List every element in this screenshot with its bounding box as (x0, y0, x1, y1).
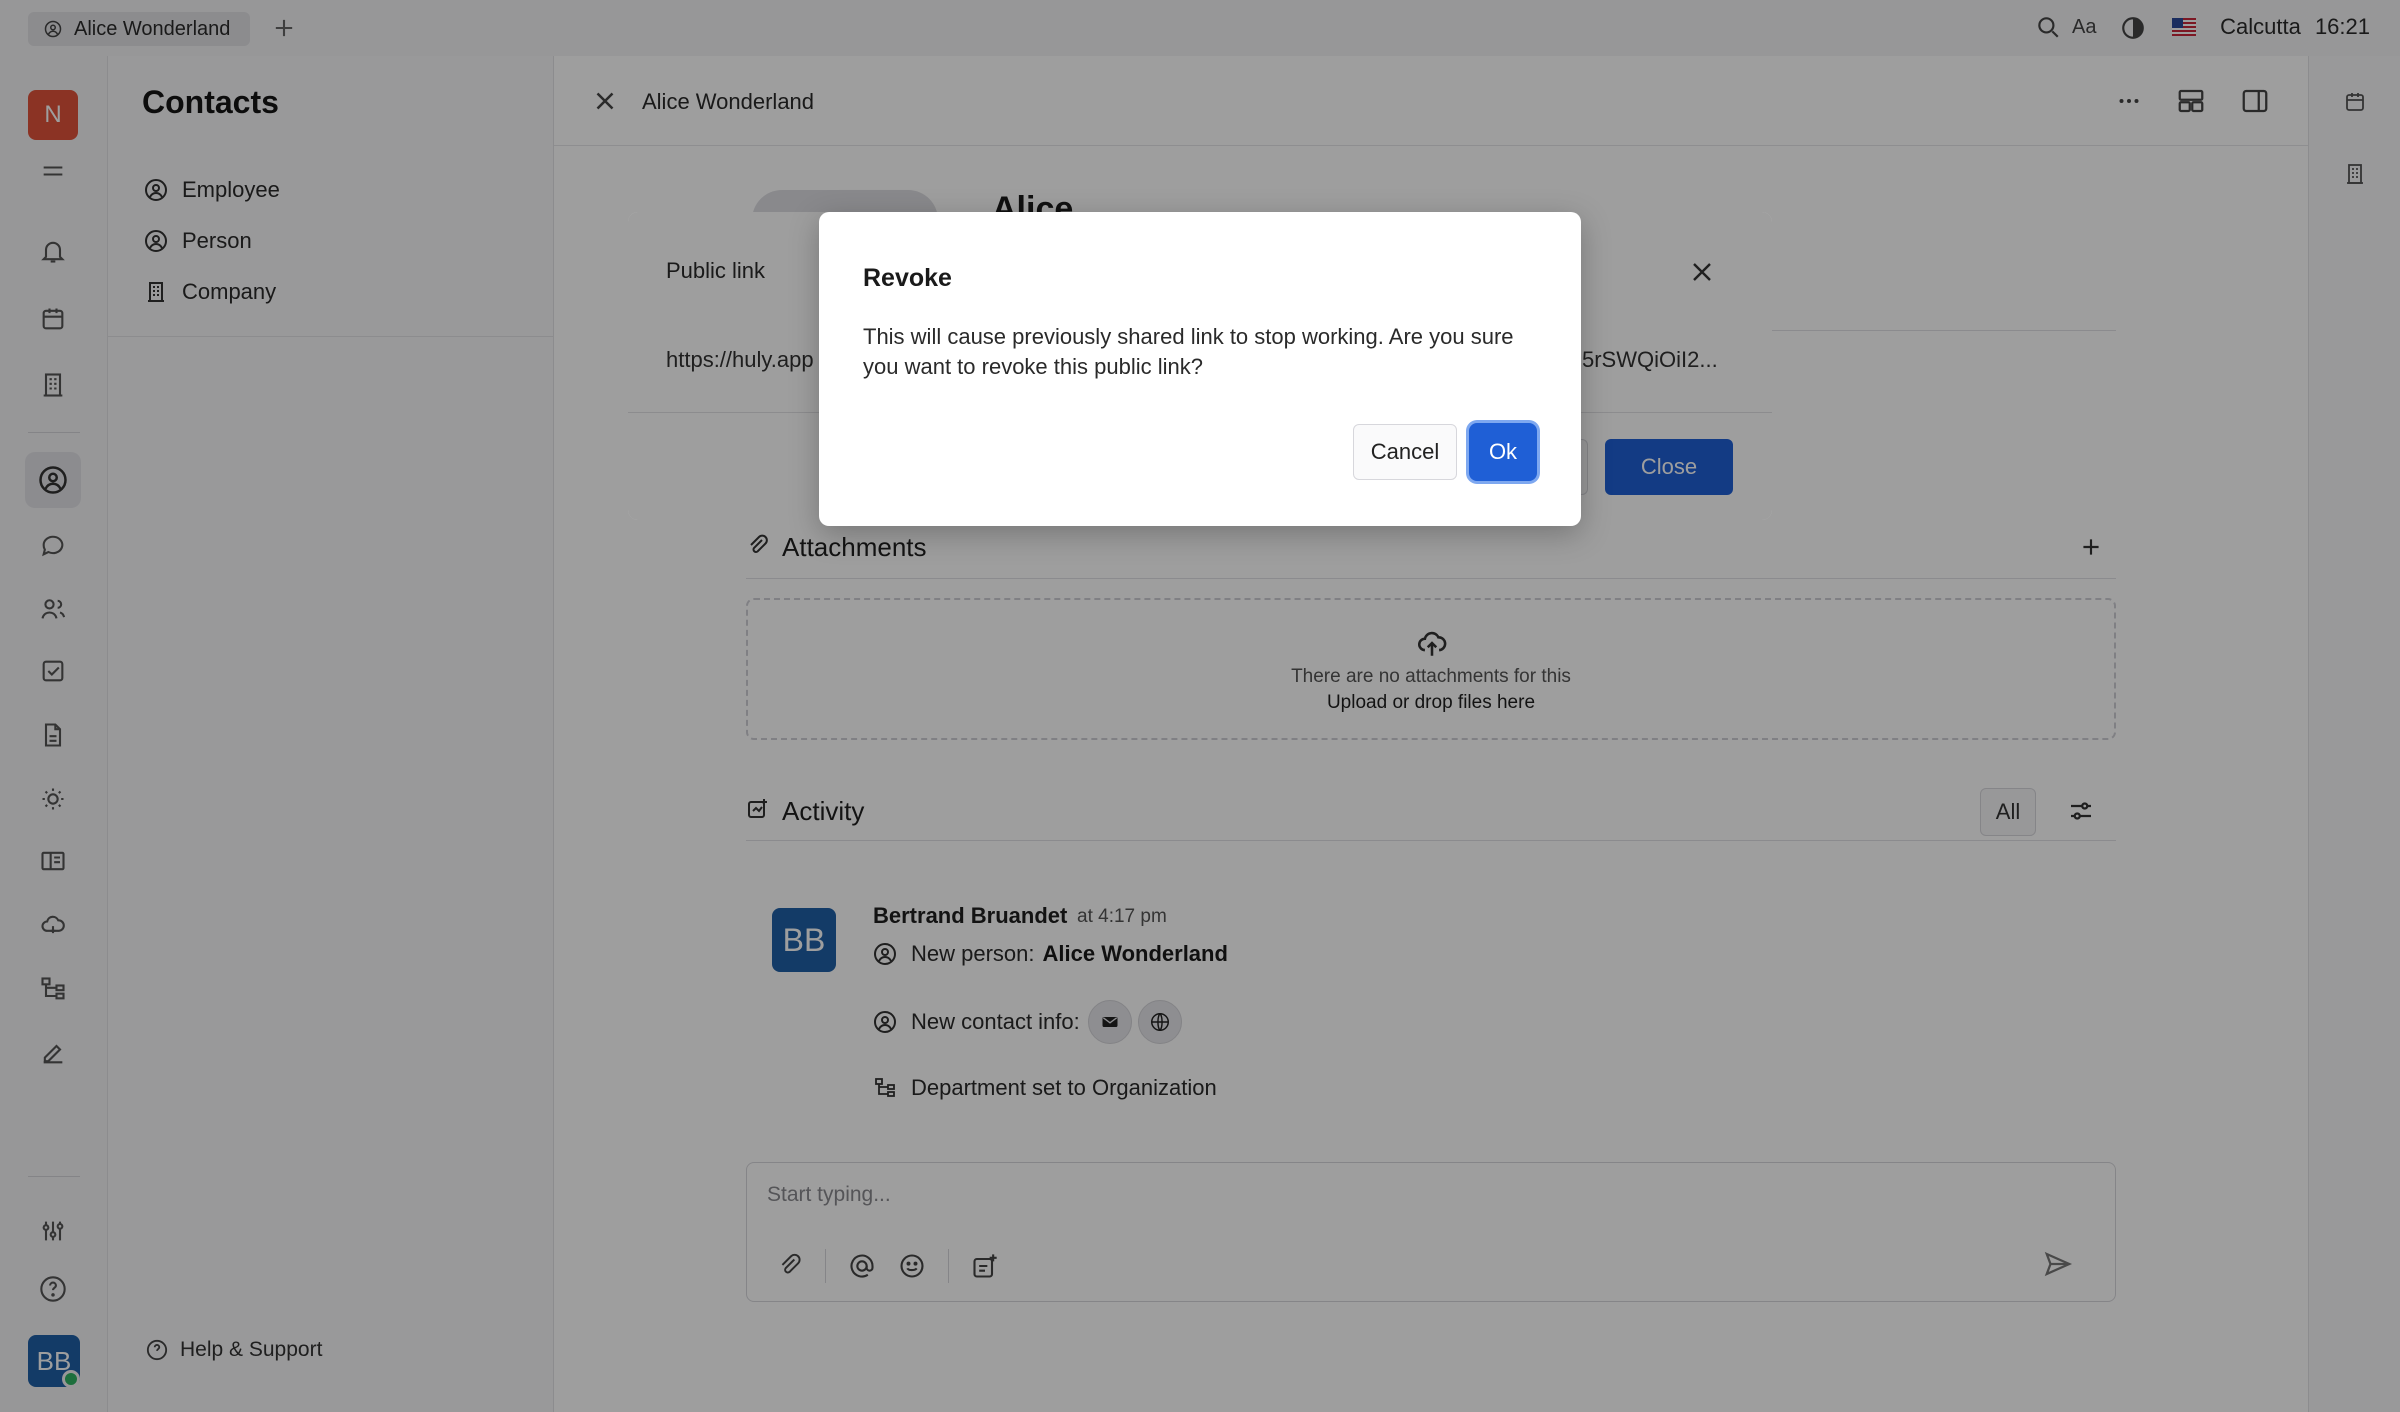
cancel-button[interactable]: Cancel (1353, 424, 1457, 480)
revoke-title: Revoke (863, 264, 952, 292)
ok-button[interactable]: Ok (1469, 423, 1537, 481)
revoke-message: This will cause previously shared link t… (863, 324, 1514, 379)
revoke-dialog: Revoke This will cause previously shared… (819, 212, 1581, 526)
